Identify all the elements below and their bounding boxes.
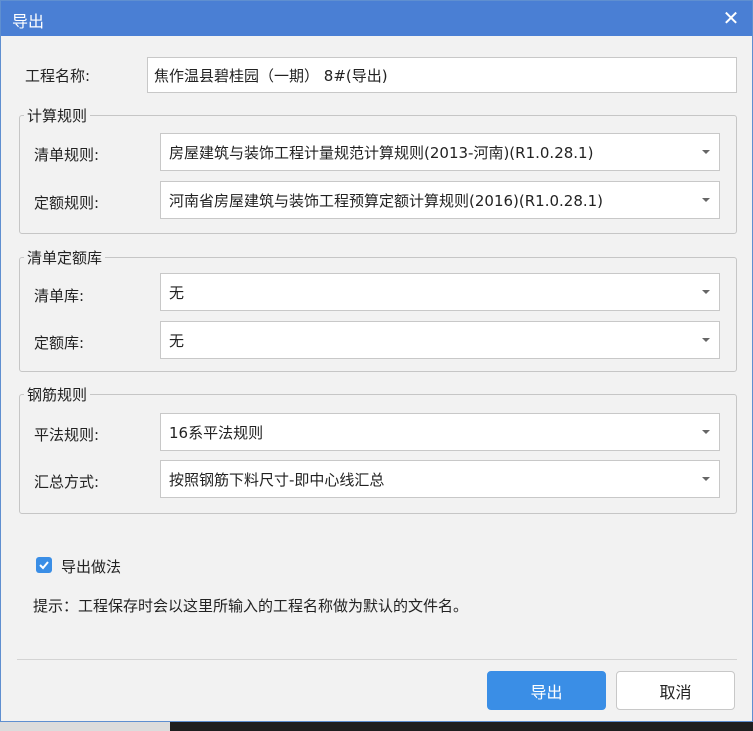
hint-text: 提示：工程保存时会以这里所输入的工程名称做为默认的文件名。 — [33, 597, 469, 615]
export-button[interactable]: 导出 — [487, 671, 606, 710]
chevron-down-icon — [702, 430, 710, 434]
background-strip — [0, 722, 753, 731]
list-lib-select[interactable]: 无 — [160, 273, 720, 311]
project-name-label: 工程名称: — [25, 67, 91, 85]
flat-rule-value: 16系平法规则 — [169, 423, 264, 442]
project-name-input[interactable]: 焦作温县碧桂园（一期） 8#(导出) — [147, 57, 737, 93]
calc-rules-title: 计算规则 — [24, 105, 91, 126]
chevron-down-icon — [702, 477, 710, 481]
quota-lib-label: 定额库: — [34, 334, 85, 352]
export-method-checkbox[interactable] — [36, 557, 52, 573]
chevron-down-icon — [702, 290, 710, 294]
quota-rule-select[interactable]: 河南省房屋建筑与装饰工程预算定额计算规则(2016)(R1.0.28.1) — [160, 181, 720, 219]
chevron-down-icon — [702, 198, 710, 202]
close-icon[interactable]: ✕ — [716, 3, 746, 33]
dialog-title: 导出 — [12, 12, 45, 31]
summary-select[interactable]: 按照钢筋下料尺寸-即中心线汇总 — [160, 460, 720, 498]
export-dialog: 导出 ✕ 工程名称: 焦作温县碧桂园（一期） 8#(导出) 计算规则 清单规则:… — [0, 0, 753, 722]
chevron-down-icon — [702, 150, 710, 154]
list-rule-label: 清单规则: — [34, 146, 100, 164]
list-lib-label: 清单库: — [34, 287, 85, 305]
summary-value: 按照钢筋下料尺寸-即中心线汇总 — [169, 470, 385, 489]
list-rule-value: 房屋建筑与装饰工程计量规范计算规则(2013-河南)(R1.0.28.1) — [169, 143, 594, 162]
divider — [17, 659, 737, 660]
library-title: 清单定额库 — [24, 247, 106, 268]
quota-rule-value: 河南省房屋建筑与装饰工程预算定额计算规则(2016)(R1.0.28.1) — [169, 191, 604, 210]
quota-lib-select[interactable]: 无 — [160, 321, 720, 359]
quota-rule-label: 定额规则: — [34, 194, 100, 212]
export-method-label[interactable]: 导出做法 — [61, 556, 121, 577]
title-bar: 导出 ✕ — [1, 1, 752, 36]
summary-label: 汇总方式: — [34, 473, 100, 491]
list-rule-select[interactable]: 房屋建筑与装饰工程计量规范计算规则(2013-河南)(R1.0.28.1) — [160, 133, 720, 171]
flat-rule-label: 平法规则: — [34, 426, 100, 444]
project-name-value: 焦作温县碧桂园（一期） 8#(导出) — [154, 66, 388, 85]
list-lib-value: 无 — [169, 283, 185, 302]
background-strip-left — [0, 722, 170, 731]
flat-rule-select[interactable]: 16系平法规则 — [160, 413, 720, 451]
cancel-button[interactable]: 取消 — [616, 671, 735, 710]
chevron-down-icon — [702, 338, 710, 342]
rebar-title: 钢筋规则 — [24, 384, 91, 405]
quota-lib-value: 无 — [169, 331, 185, 350]
checkmark-icon — [39, 561, 49, 570]
